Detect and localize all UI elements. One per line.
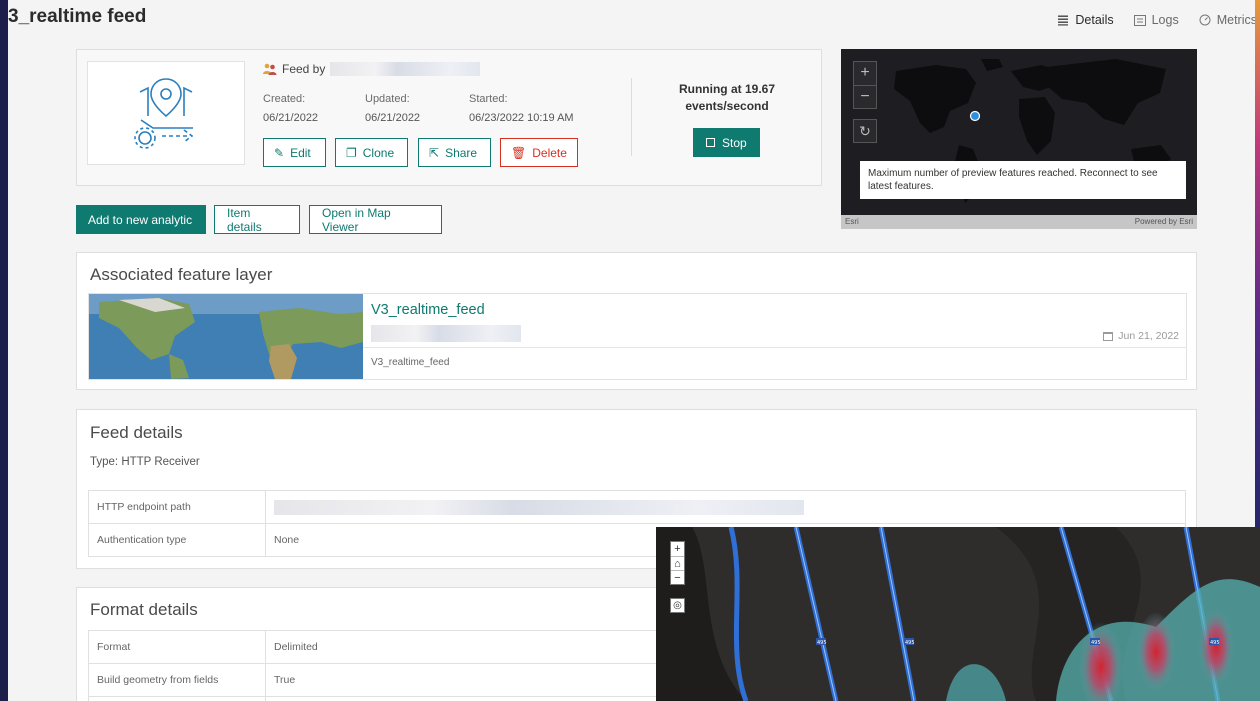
details-icon: [1058, 15, 1069, 25]
updated-value: 06/21/2022: [365, 112, 421, 124]
logs-icon: [1133, 14, 1146, 26]
preview-zoom-in-button[interactable]: +: [854, 62, 876, 85]
road-shield-label: 495: [817, 640, 827, 646]
feed-by-label: Feed by: [282, 62, 326, 76]
http-endpoint-path-key: HTTP endpoint path: [88, 490, 266, 524]
started-label: Started:: [469, 93, 508, 105]
attribution-esri: Esri: [845, 217, 859, 226]
endpoint-url-redacted: [274, 499, 804, 515]
stop-button[interactable]: Stop: [693, 128, 760, 157]
calendar-icon: [1103, 331, 1114, 341]
preview-limit-message: Maximum number of preview features reach…: [860, 161, 1186, 199]
updated-label: Updated:: [365, 93, 410, 105]
tab-metrics[interactable]: Metrics: [1199, 9, 1257, 31]
feed-owner: Feed by: [263, 62, 481, 76]
tab-details[interactable]: Details: [1057, 9, 1114, 31]
format-key: Format: [88, 630, 266, 664]
preview-zoom-out-button[interactable]: −: [854, 85, 876, 108]
tab-details-label: Details: [1075, 13, 1114, 27]
build-geometry-key: Build geometry from fields: [88, 663, 266, 697]
feed-thumbnail: [87, 61, 245, 165]
open-in-map-viewer-button[interactable]: Open in Map Viewer: [309, 205, 442, 234]
item-details-label: Item details: [227, 205, 262, 234]
tab-logs[interactable]: Logs: [1133, 9, 1179, 31]
road-shield-label: 495: [1091, 640, 1101, 646]
associated-feature-layer-title: Associated feature layer: [90, 265, 273, 284]
table-row: HTTP endpoint path: [88, 490, 1186, 524]
layer-date: Jun 21, 2022: [1103, 330, 1179, 342]
overlay-zoom-in-button[interactable]: +: [671, 542, 684, 556]
layer-owner-redacted: [371, 325, 521, 342]
edit-button-label: Edit: [290, 145, 311, 160]
feed-summary-card: Feed by Created: 06/21/2022 Updated: 06/…: [76, 49, 822, 186]
stop-button-label: Stop: [722, 135, 747, 150]
refresh-icon[interactable]: ↻: [853, 119, 877, 143]
add-to-new-analytic-button[interactable]: Add to new analytic: [76, 205, 206, 234]
map-attribution: Esri Powered by Esri: [841, 215, 1197, 229]
delete-button[interactable]: 🗑 Delete: [500, 138, 578, 167]
format-details-title: Format details: [90, 600, 198, 619]
created-label: Created:: [263, 93, 306, 105]
stop-icon: [706, 138, 715, 147]
window-edge-left: [0, 0, 8, 701]
road-heatmap-graphic: 495 495 495 495: [656, 527, 1260, 701]
table-cell-empty: [88, 696, 266, 701]
feed-details-title: Feed details: [90, 423, 183, 442]
divider: [631, 78, 632, 156]
started-value: 06/23/2022 10:19 AM: [469, 112, 574, 124]
home-icon[interactable]: ⌂: [671, 556, 684, 570]
created-value: 06/21/2022: [263, 112, 319, 124]
associated-feature-layer-card: Associated feature layer V3_realtime_fee…: [76, 252, 1197, 390]
clone-button[interactable]: ❐ Clone: [335, 138, 408, 167]
trash-icon: 🗑: [511, 145, 527, 160]
locate-icon[interactable]: ◎: [670, 598, 685, 613]
overlay-zoom-control: + ⌂ −: [670, 541, 685, 585]
layer-map-thumbnail: [89, 294, 363, 379]
layer-thumbnail: [89, 294, 363, 379]
page-title: 3_realtime feed: [8, 6, 147, 27]
feature-layer-item[interactable]: V3_realtime_feed Jun 21, 2022 V3_realtim…: [88, 293, 1187, 380]
attribution-powered-by: Powered by Esri: [1134, 217, 1193, 226]
share-icon: ⇱: [429, 145, 440, 160]
overlay-map-view[interactable]: 495 495 495 495: [656, 527, 1260, 701]
share-button-label: Share: [445, 145, 478, 160]
delete-button-label: Delete: [532, 145, 567, 160]
owner-name-redacted: [330, 62, 481, 76]
feature-layer-subtitle: V3_realtime_feed: [371, 357, 450, 368]
edit-button[interactable]: ✎ Edit: [263, 138, 326, 167]
item-details-button[interactable]: Item details: [214, 205, 300, 234]
feature-layer-name[interactable]: V3_realtime_feed: [371, 302, 485, 318]
add-to-new-analytic-label: Add to new analytic: [88, 212, 193, 227]
users-icon: [263, 63, 277, 75]
metrics-icon: [1199, 14, 1211, 26]
clone-icon: ❐: [346, 145, 357, 160]
feed-type: Type: HTTP Receiver: [90, 456, 200, 468]
road-shield-label: 495: [1210, 640, 1220, 646]
share-button[interactable]: ⇱ Share: [418, 138, 491, 167]
authentication-type-key: Authentication type: [88, 523, 266, 557]
road-shield-label: 495: [905, 640, 915, 646]
layer-divider: [363, 347, 1186, 348]
feed-icon: [134, 78, 194, 149]
preview-zoom-control: + −: [853, 61, 877, 109]
tab-metrics-label: Metrics: [1216, 13, 1257, 27]
preview-map[interactable]: + − ↻ Maximum number of preview features…: [841, 49, 1197, 229]
open-in-map-viewer-label: Open in Map Viewer: [322, 205, 391, 234]
overlay-zoom-out-button[interactable]: −: [671, 570, 684, 584]
status-text: Running at 19.67 events/second: [678, 82, 776, 113]
clone-button-label: Clone: [362, 145, 395, 160]
layer-date-value: Jun 21, 2022: [1118, 330, 1179, 342]
http-endpoint-path-value: [265, 490, 1186, 524]
top-nav: Details Logs Metrics: [1057, 9, 1257, 31]
pencil-icon: ✎: [274, 145, 285, 160]
tab-logs-label: Logs: [1151, 13, 1179, 27]
